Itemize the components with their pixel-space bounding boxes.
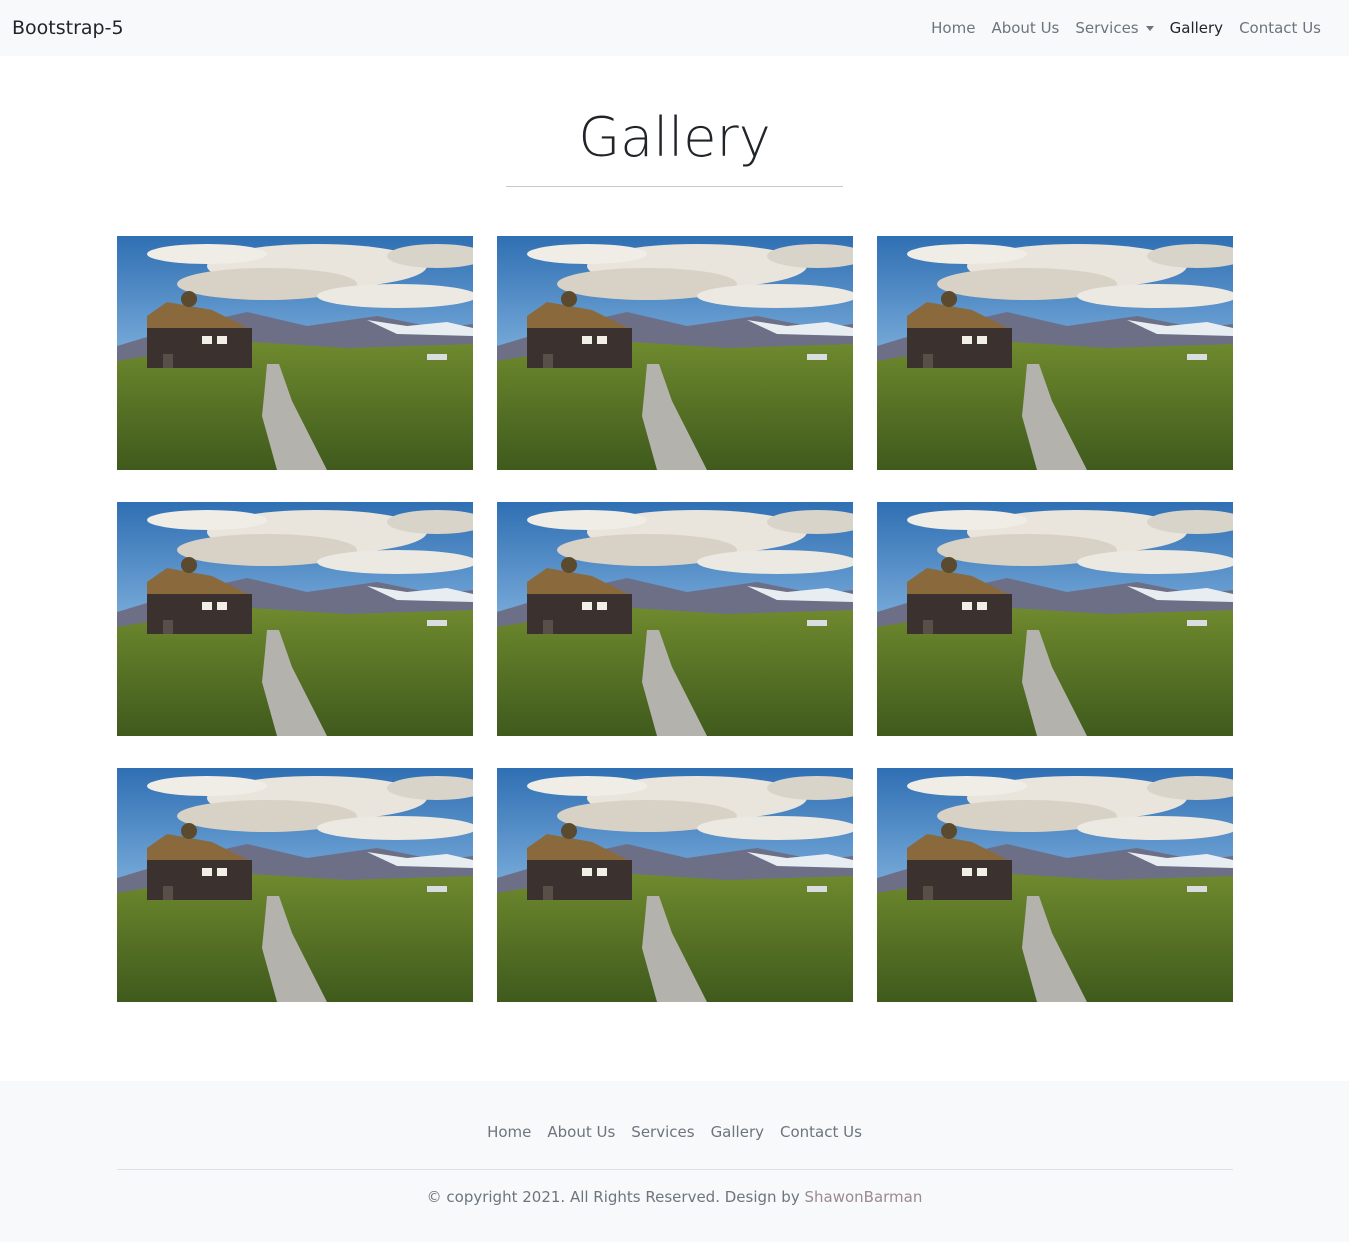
landscape-photo	[117, 768, 473, 1002]
designer-link[interactable]: ShawonBarman	[804, 1188, 922, 1206]
footer-links: Home About Us Services Gallery Contact U…	[0, 1123, 1349, 1141]
gallery-image-5[interactable]	[497, 502, 853, 736]
landscape-photo	[117, 236, 473, 470]
footer: Home About Us Services Gallery Contact U…	[0, 1081, 1349, 1242]
nav-services-label: Services	[1075, 19, 1139, 37]
gallery-image-1[interactable]	[117, 236, 473, 470]
footer-link-gallery[interactable]: Gallery	[703, 1123, 772, 1141]
gallery-image-7[interactable]	[117, 768, 473, 1002]
title-divider	[506, 186, 843, 187]
navbar-brand[interactable]: Bootstrap-5	[12, 17, 124, 39]
gallery-image-9[interactable]	[877, 768, 1233, 1002]
gallery-image-2[interactable]	[497, 236, 853, 470]
page-title: Gallery	[578, 106, 771, 169]
copyright: © copyright 2021. All Rights Reserved. D…	[0, 1188, 1349, 1206]
gallery-image-8[interactable]	[497, 768, 853, 1002]
landscape-photo	[117, 502, 473, 736]
landscape-photo	[497, 768, 853, 1002]
gallery-image-6[interactable]	[877, 502, 1233, 736]
footer-divider	[117, 1169, 1233, 1170]
navbar: Bootstrap-5 Home About Us Services Galle…	[0, 0, 1349, 56]
copyright-text: © copyright 2021. All Rights Reserved. D…	[426, 1188, 800, 1206]
footer-link-home[interactable]: Home	[479, 1123, 539, 1141]
gallery-image-4[interactable]	[117, 502, 473, 736]
footer-link-contact-us[interactable]: Contact Us	[772, 1123, 870, 1141]
landscape-photo	[877, 768, 1233, 1002]
landscape-photo	[497, 236, 853, 470]
navbar-links: Home About Us Services Gallery Contact U…	[923, 19, 1329, 37]
gallery-image-3[interactable]	[877, 236, 1233, 470]
nav-contact-us[interactable]: Contact Us	[1231, 19, 1329, 37]
nav-about-us[interactable]: About Us	[983, 19, 1067, 37]
page-header: Gallery	[0, 100, 1349, 176]
nav-gallery[interactable]: Gallery	[1162, 19, 1231, 37]
landscape-photo	[877, 502, 1233, 736]
landscape-photo	[877, 236, 1233, 470]
footer-link-about-us[interactable]: About Us	[539, 1123, 623, 1141]
nav-home[interactable]: Home	[923, 19, 983, 37]
landscape-photo	[497, 502, 853, 736]
gallery-grid	[117, 236, 1233, 1002]
footer-link-services[interactable]: Services	[623, 1123, 702, 1141]
caret-down-icon	[1145, 25, 1154, 31]
nav-services-dropdown[interactable]: Services	[1067, 19, 1161, 37]
